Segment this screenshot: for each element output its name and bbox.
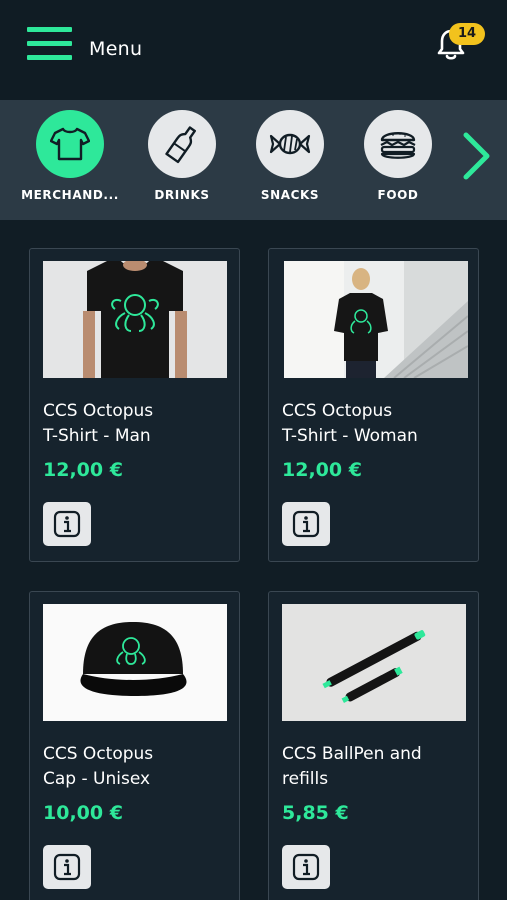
product-name: CCS BallPen and refills (282, 744, 422, 789)
product-price: 10,00 € (43, 802, 123, 824)
category-drinks[interactable]: DRINKS (133, 110, 231, 202)
notification-badge: 14 (449, 23, 485, 45)
product-card[interactable]: CCS BallPen and refills 5,85 € (268, 591, 479, 900)
info-button[interactable] (282, 502, 330, 546)
product-name: CCS Octopus T-Shirt - Woman (282, 401, 418, 446)
product-name: CCS Octopus Cap - Unisex (43, 744, 154, 789)
product-price: 5,85 € (282, 802, 349, 824)
top-bar: Menu 14 (0, 0, 507, 100)
category-food[interactable]: FOOD (349, 110, 447, 202)
info-button[interactable] (43, 845, 91, 889)
product-price: 12,00 € (43, 459, 123, 481)
ballpen-photo (282, 604, 466, 721)
product-card[interactable]: CCS Octopus T-Shirt - Man 12,00 € (29, 248, 240, 562)
product-price: 12,00 € (282, 459, 362, 481)
info-icon (53, 510, 81, 538)
black-tshirt-man-photo (43, 261, 227, 378)
category-merchandise[interactable]: MERCHAND... (21, 110, 119, 202)
tshirt-icon (36, 110, 104, 178)
category-label: MERCHAND... (21, 188, 119, 202)
category-label: DRINKS (154, 188, 210, 202)
hamburger-menu-icon[interactable] (27, 27, 72, 61)
product-name: CCS Octopus T-Shirt - Man (43, 401, 154, 446)
info-icon (292, 853, 320, 881)
category-label: SNACKS (260, 188, 320, 202)
black-tshirt-woman-photo (284, 261, 468, 378)
bottle-icon (148, 110, 216, 178)
menu-label[interactable]: Menu (89, 38, 142, 60)
black-cap-photo (43, 604, 227, 721)
burger-icon (364, 110, 432, 178)
info-icon (292, 510, 320, 538)
product-card[interactable]: CCS Octopus Cap - Unisex 10,00 € (29, 591, 240, 900)
info-icon (53, 853, 81, 881)
chevron-right-icon[interactable] (456, 131, 496, 181)
category-bar: MERCHAND... DRINKS SNACKS FOOD (0, 100, 507, 220)
info-button[interactable] (282, 845, 330, 889)
category-label: FOOD (377, 188, 419, 202)
info-button[interactable] (43, 502, 91, 546)
category-snacks[interactable]: SNACKS (241, 110, 339, 202)
candy-icon (256, 110, 324, 178)
product-card[interactable]: CCS Octopus T-Shirt - Woman 12,00 € (268, 248, 479, 562)
